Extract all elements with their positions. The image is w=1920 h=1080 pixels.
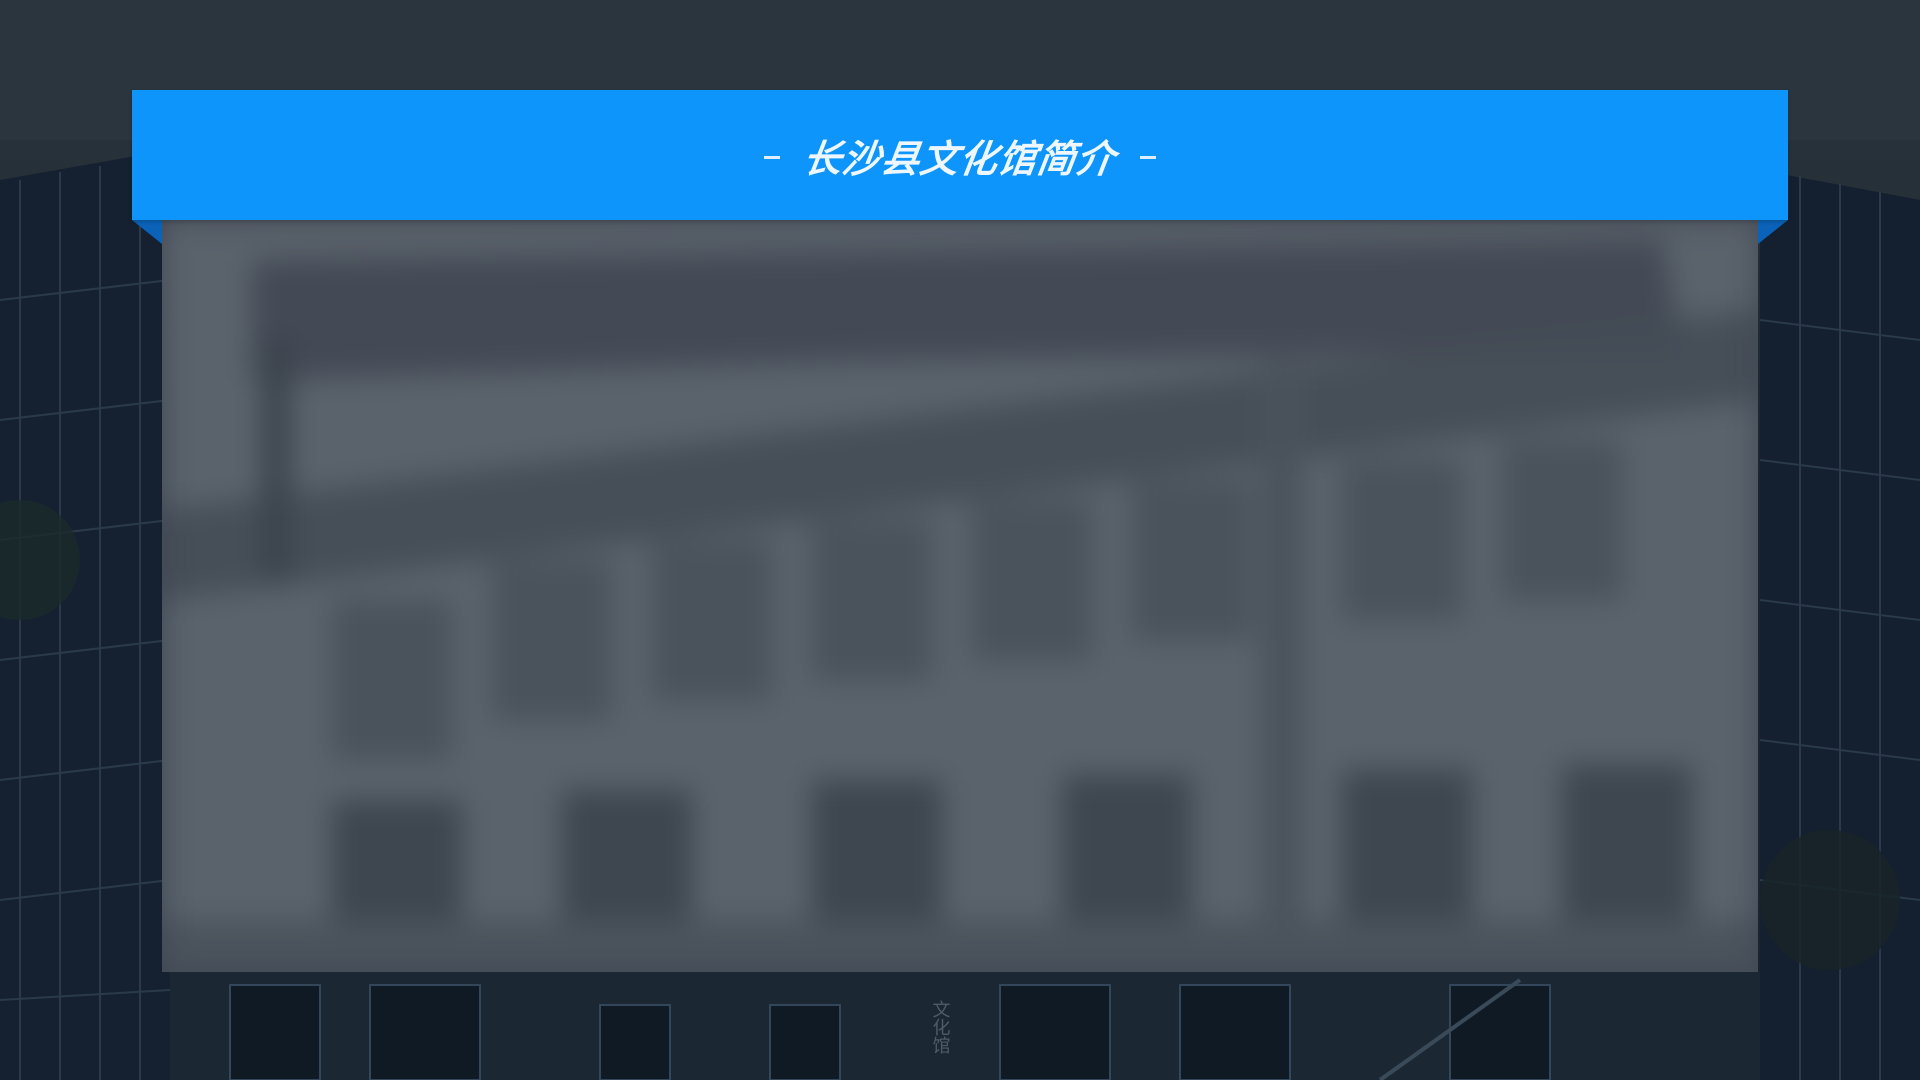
panel-blurred-backdrop xyxy=(162,220,1758,972)
title-row: 长沙县文化馆简介 xyxy=(763,128,1156,183)
banner-fold-left xyxy=(132,220,162,244)
building-sign: 文化馆 xyxy=(930,1000,951,1054)
title-dash-right xyxy=(1140,155,1156,159)
content-panel xyxy=(162,220,1758,972)
banner-fold-right xyxy=(1758,220,1788,244)
slide-title: 长沙县文化馆简介 xyxy=(800,136,1119,181)
title-dash-left xyxy=(763,155,780,159)
title-banner: 长沙县文化馆简介 xyxy=(132,90,1788,220)
